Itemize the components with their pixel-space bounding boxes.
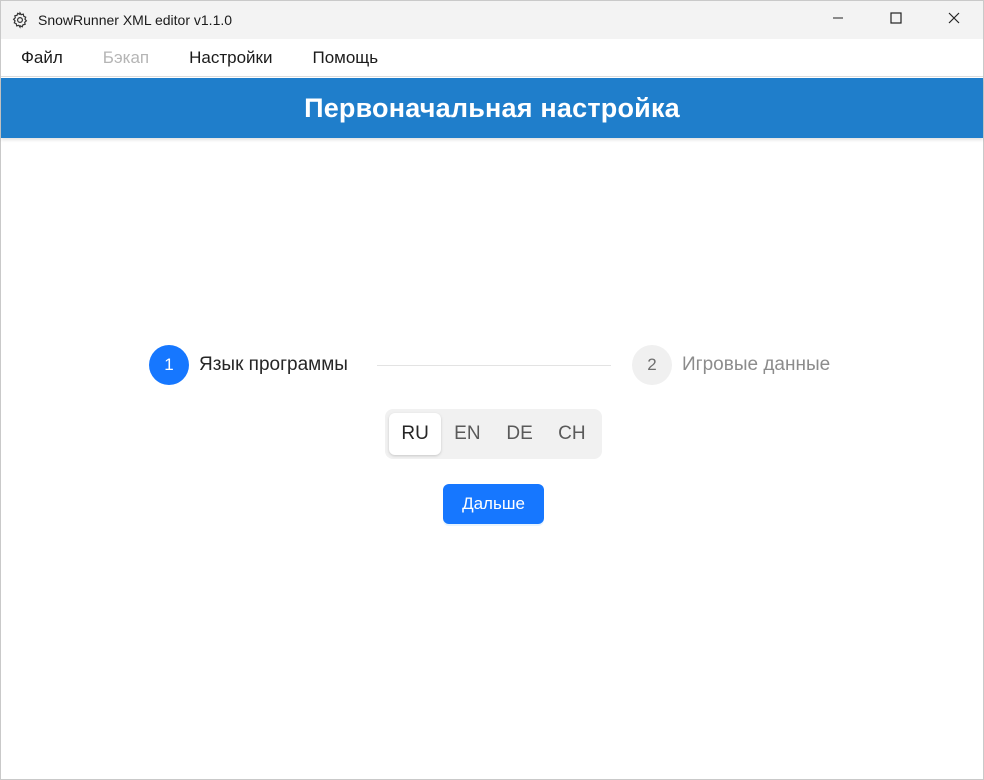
language-option-ru[interactable]: RU [389, 413, 442, 455]
step-number-badge: 1 [149, 345, 189, 385]
close-icon [948, 11, 960, 29]
maximize-button[interactable] [867, 1, 925, 39]
language-option-en[interactable]: EN [441, 413, 493, 455]
window-title: SnowRunner XML editor v1.1.0 [38, 12, 233, 28]
minimize-icon [832, 11, 844, 29]
setup-stepper: 1 Язык программы 2 Игровые данные [149, 345, 849, 385]
step-game-data: 2 Игровые данные [632, 345, 830, 385]
gear-icon [10, 10, 30, 30]
minimize-button[interactable] [809, 1, 867, 39]
title-bar[interactable]: SnowRunner XML editor v1.1.0 [1, 1, 983, 39]
step-label: Язык программы [199, 354, 348, 375]
menu-item-settings[interactable]: Настройки [169, 39, 292, 77]
close-button[interactable] [925, 1, 983, 39]
step-number-badge: 2 [632, 345, 672, 385]
menu-item-file[interactable]: Файл [1, 39, 83, 77]
language-option-de[interactable]: DE [494, 413, 546, 455]
language-selector: RU EN DE CH [385, 409, 602, 459]
next-button[interactable]: Дальше [443, 484, 544, 524]
menu-item-help[interactable]: Помощь [292, 39, 398, 77]
window-controls [809, 1, 983, 39]
app-window: SnowRunner XML editor v1.1.0 Файл Бэкап [0, 0, 984, 780]
page-header: Первоначальная настройка [1, 78, 983, 138]
step-language: 1 Язык программы [149, 345, 348, 385]
language-option-ch[interactable]: CH [546, 413, 598, 455]
menu-bar: Файл Бэкап Настройки Помощь [1, 39, 983, 77]
step-label: Игровые данные [682, 354, 831, 375]
menu-item-backup: Бэкап [102, 47, 150, 67]
maximize-icon [890, 11, 902, 29]
step-connector [377, 365, 611, 366]
page-title: Первоначальная настройка [304, 92, 680, 123]
